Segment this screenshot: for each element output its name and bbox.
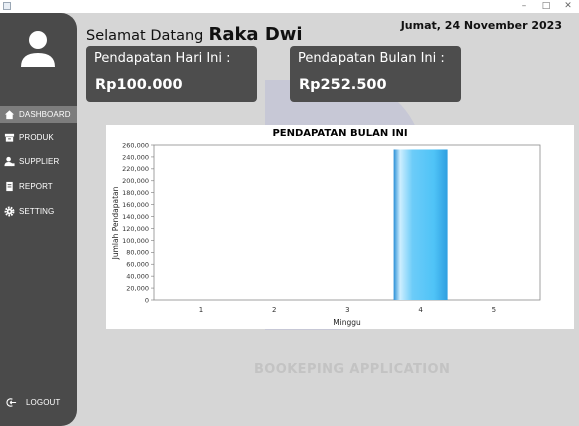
chart-y-tick-label: 180,000	[122, 189, 149, 197]
chart-y-tick-label: 100,000	[122, 237, 149, 245]
chart-y-tick-label: 40,000	[126, 273, 149, 281]
box-icon	[4, 133, 15, 142]
sidebar-item-produk[interactable]: PRODUK	[0, 129, 77, 146]
logout-button[interactable]: LOGOUT	[0, 394, 77, 411]
greeting: Selamat Datang Raka Dwi	[86, 24, 303, 45]
sidebar-item-label: SUPPLIER	[19, 157, 60, 166]
sidebar: DASHBOARD PRODUK SUPPLIER REPORT SETTING…	[0, 13, 77, 426]
chart-x-tick-label: 4	[418, 306, 423, 314]
minimize-button[interactable]: –	[513, 0, 535, 13]
chart-bars	[393, 149, 448, 300]
greeting-prefix: Selamat Datang	[86, 28, 204, 44]
card-title: Pendapatan Bulan Ini :	[298, 51, 445, 66]
chart-x-axis-label: Minggu	[333, 318, 361, 327]
sidebar-item-report[interactable]: REPORT	[0, 178, 77, 195]
chart-y-tick-label: 20,000	[126, 284, 149, 292]
chart-y-tick-label: 0	[145, 296, 149, 304]
user-name: Raka Dwi	[208, 24, 303, 45]
logout-icon	[6, 398, 17, 407]
card-title: Pendapatan Hari Ini :	[94, 51, 231, 66]
chart-plot-area	[153, 144, 541, 301]
person-icon	[4, 156, 15, 167]
chart-x-tick-label: 1	[199, 306, 203, 314]
monthly-income-card: Pendapatan Bulan Ini : Rp252.500	[290, 46, 461, 102]
income-chart: PENDAPATAN BULAN INI Jumlah Pendapatan M…	[106, 125, 574, 329]
chart-y-tick-label: 60,000	[126, 261, 149, 269]
sidebar-item-label: DASHBOARD	[19, 110, 71, 119]
chart-x-tick-label: 2	[272, 306, 276, 314]
chart-y-tick-label: 260,000	[122, 141, 149, 149]
chart-y-tick-label: 140,000	[122, 213, 149, 221]
close-button[interactable]: ✕	[557, 0, 579, 13]
sidebar-item-dashboard[interactable]: DASHBOARD	[0, 106, 77, 123]
app-window-icon	[3, 2, 11, 10]
sidebar-item-supplier[interactable]: SUPPLIER	[0, 153, 77, 170]
card-value: Rp100.000	[95, 77, 183, 93]
chart-y-tick-label: 200,000	[122, 177, 149, 185]
chart-x-tick-label: 5	[492, 306, 496, 314]
sidebar-item-setting[interactable]: SETTING	[0, 203, 77, 220]
chart-bar	[393, 149, 448, 300]
sidebar-item-label: SETTING	[19, 207, 55, 216]
chart-y-ticks: 0 20,000 40,000 60,000 80,000 100,000 120,000 1…	[122, 141, 154, 304]
user-avatar-icon	[20, 29, 56, 69]
chart-y-tick-label: 160,000	[122, 201, 149, 209]
daily-income-card: Pendapatan Hari Ini : Rp100.000	[86, 46, 257, 102]
income-chart-svg: PENDAPATAN BULAN INI Jumlah Pendapatan M…	[111, 128, 541, 327]
window-title-bar: – □ ✕	[0, 0, 579, 13]
app-caption: BOOKEPING APPLICATION	[254, 362, 451, 377]
sidebar-item-label: PRODUK	[19, 133, 54, 142]
sidebar-item-label: REPORT	[19, 182, 53, 191]
card-value: Rp252.500	[299, 77, 387, 93]
chart-y-tick-label: 220,000	[122, 165, 149, 173]
chart-y-tick-label: 80,000	[126, 249, 149, 257]
current-date: Jumat, 24 November 2023	[400, 19, 562, 32]
home-icon	[4, 110, 15, 120]
chart-title: PENDAPATAN BULAN INI	[272, 128, 407, 139]
chart-y-tick-label: 120,000	[122, 225, 149, 233]
logout-label: LOGOUT	[26, 398, 61, 407]
gear-icon	[4, 206, 15, 217]
chart-y-axis-label: Jumlah Pendapatan	[111, 186, 120, 260]
maximize-button[interactable]: □	[535, 0, 557, 13]
chart-x-tick-label: 3	[345, 306, 349, 314]
chart-y-tick-label: 240,000	[122, 153, 149, 161]
chart-x-ticks: 1 2 3 4 5	[199, 306, 496, 314]
document-icon	[6, 181, 13, 192]
